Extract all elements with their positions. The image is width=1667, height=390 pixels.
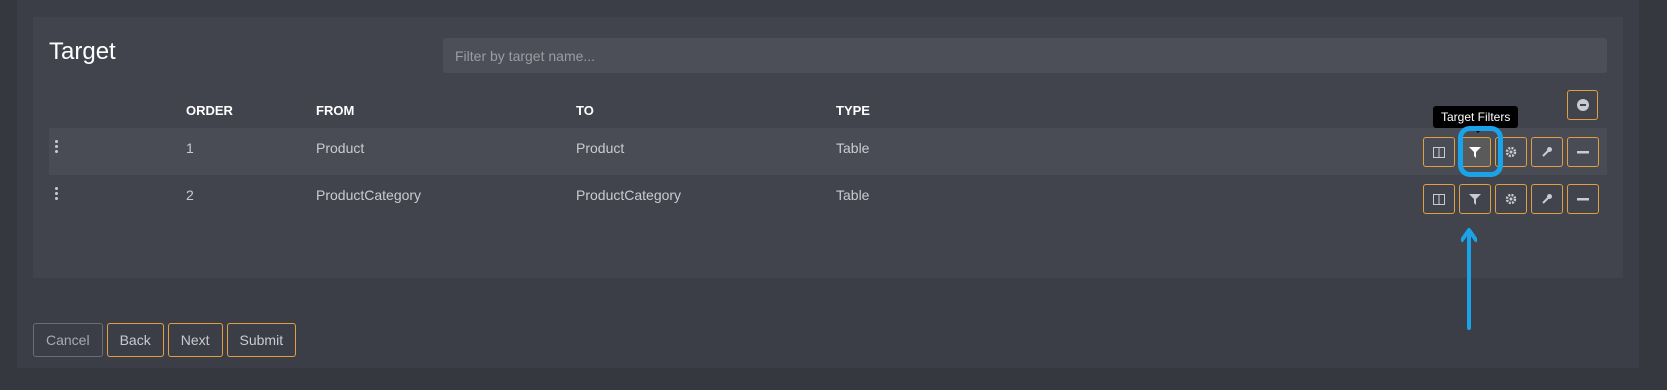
drag-handle-icon[interactable] [55,187,59,201]
row-order: 2 [186,187,194,203]
target-filters-tooltip: Target Filters [1433,106,1519,133]
row-to: ProductCategory [576,187,682,203]
gear-icon [1505,146,1517,158]
submit-button[interactable]: Submit [226,323,297,357]
annotation-arrow-icon [1461,228,1477,330]
remove-row-button[interactable] [1567,184,1599,214]
wizard-footer: Cancel Back Next Submit [33,323,300,357]
cancel-button[interactable]: Cancel [33,323,103,357]
remove-row-button[interactable] [1567,137,1599,167]
settings-button[interactable] [1495,184,1527,214]
page-title: Target [49,38,116,65]
wrench-icon [1542,194,1552,204]
column-header-from: FROM [316,103,355,118]
row-from: ProductCategory [316,187,422,203]
column-header-order: ORDER [186,103,233,118]
row-type: Table [836,140,870,156]
tools-button[interactable] [1531,184,1563,214]
collapse-all-button[interactable] [1567,90,1598,120]
column-mapping-button[interactable] [1423,137,1455,167]
target-filters-button[interactable] [1459,184,1491,214]
column-header-to: TO [576,103,594,118]
row-from: Product [316,140,365,156]
columns-icon [1433,193,1445,205]
minus-icon [1577,197,1589,200]
tools-button[interactable] [1531,137,1563,167]
minus-icon [1577,150,1589,153]
filter-icon [1469,193,1481,205]
minus-circle-icon [1576,99,1589,111]
column-mapping-button[interactable] [1423,184,1455,214]
wrench-icon [1542,147,1552,157]
back-button[interactable]: Back [106,323,164,357]
gear-icon [1505,193,1517,205]
row-actions [1423,137,1603,167]
row-type: Table [836,187,870,203]
row-actions [1423,184,1603,214]
row-order: 1 [186,140,194,156]
table-row: 1 Product Product Table [49,128,1607,175]
column-header-type: TYPE [836,103,870,118]
columns-icon [1433,146,1445,158]
table-row: 2 ProductCategory ProductCategory Table [49,175,1607,222]
annotation-highlight-ring [1458,126,1503,177]
next-button[interactable]: Next [167,323,223,357]
drag-handle-icon[interactable] [55,140,59,154]
row-to: Product [576,140,625,156]
target-filter-input[interactable] [443,38,1607,73]
